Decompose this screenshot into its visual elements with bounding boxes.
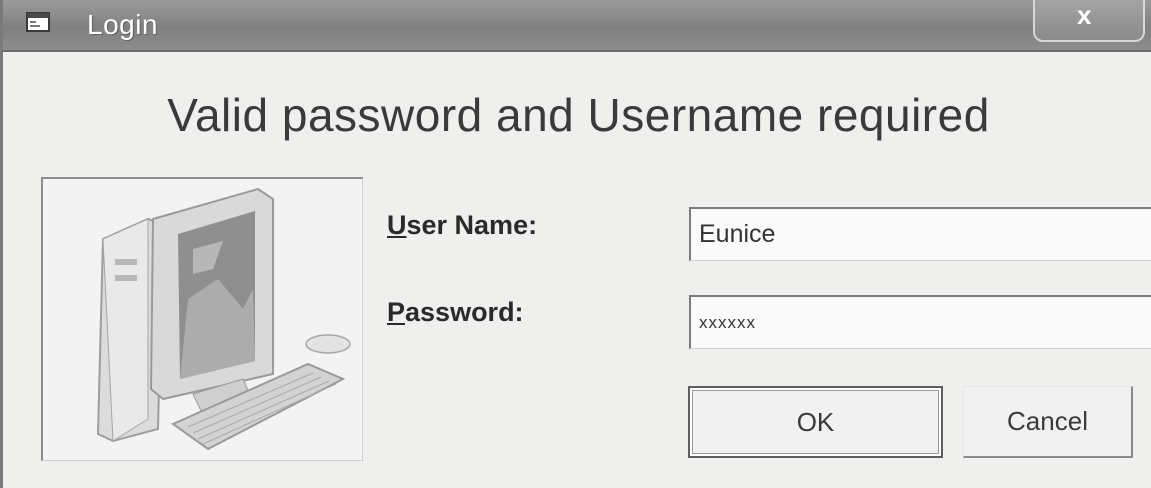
username-accesskey: U [387, 210, 407, 240]
window-app-icon [26, 12, 50, 32]
close-icon: x [1077, 0, 1092, 30]
cancel-button[interactable]: Cancel [963, 386, 1133, 458]
desktop-computer-illustration [96, 187, 351, 451]
ok-button[interactable]: OK [688, 386, 943, 458]
login-heading: Valid password and Username required [167, 89, 990, 141]
username-input[interactable] [689, 207, 1151, 261]
password-accesskey: P [387, 297, 406, 327]
login-window: Login x Valid password and Username requ… [0, 0, 1151, 488]
close-button[interactable]: x [1033, 0, 1145, 42]
username-label-text: ser Name: [406, 210, 538, 240]
password-input[interactable] [689, 295, 1151, 349]
username-label: User Name: [387, 210, 537, 241]
password-label-text: assword: [405, 297, 524, 327]
password-label: Password: [387, 297, 524, 328]
title-bar[interactable]: Login x [3, 0, 1151, 52]
computer-illustration-panel [41, 177, 363, 461]
window-title: Login [87, 9, 159, 40]
